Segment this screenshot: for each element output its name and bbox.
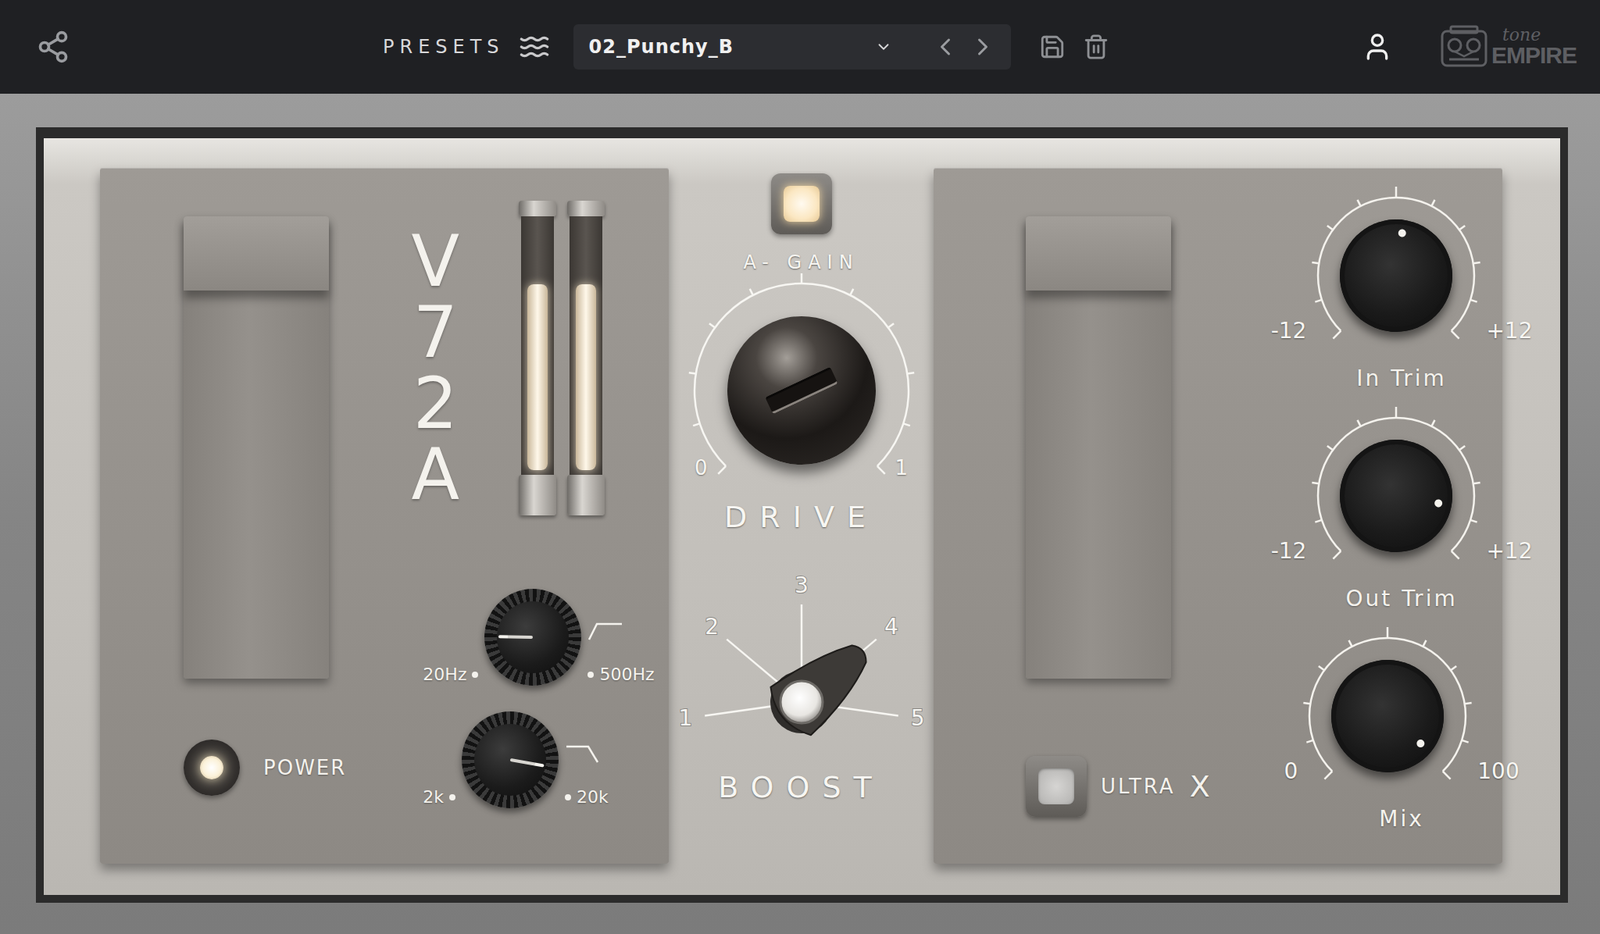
preset-dropdown[interactable]: 02_Punchy_B [573, 24, 1011, 70]
knob-min-label: -12 [1271, 317, 1308, 344]
a-gain-label: A- GAIN [742, 251, 859, 274]
knob-max-label: +12 [1485, 538, 1533, 565]
previous-preset-button[interactable] [931, 32, 960, 61]
preset-browser-button[interactable] [518, 31, 550, 63]
save-icon [1039, 33, 1066, 61]
knob-max-label: 100 [1477, 758, 1519, 785]
brand-logo: toneEMPIRE [1439, 25, 1577, 69]
filter-min-label: 20Hz [422, 664, 467, 685]
drive-max-label: 1 [895, 456, 909, 480]
trim-knob[interactable] [1331, 660, 1444, 773]
filter-max-label: 20k [576, 787, 609, 808]
ultra-x-button[interactable] [1025, 756, 1087, 818]
filter-row: 2k 20k [422, 711, 654, 809]
rack-handle [1025, 216, 1172, 679]
knob-label: Out Trim [1345, 585, 1458, 612]
waves-icon [518, 31, 550, 63]
knob-label: Mix [1378, 806, 1425, 833]
center-section: A- GAIN 0 1 DRIVE 1 2 3 4 5 BOOST [668, 167, 934, 865]
boost-label: BOOST [717, 770, 885, 805]
knob-pointer [1415, 738, 1427, 750]
power-button[interactable] [183, 739, 240, 797]
boost-position-label[interactable]: 4 [883, 614, 898, 640]
drive-min-label: 0 [694, 456, 708, 480]
ultra-x-lamp [1038, 768, 1075, 805]
boost-cap [780, 681, 823, 724]
drive-slot [764, 367, 838, 415]
low-pass-knob[interactable] [461, 711, 559, 809]
plugin-window: PRESETS 02_Punchy_B toneEMPIRE POWER V72A 20H… [0, 0, 1600, 934]
drive-label: DRIVE [724, 500, 879, 535]
user-icon [1361, 31, 1393, 63]
knob-pointer [498, 635, 533, 640]
a-gain-button[interactable] [771, 173, 833, 235]
tube-meter [567, 200, 605, 516]
preset-name: 02_Punchy_B [589, 35, 875, 58]
trim-knob-block: -12 +12 In Trim [1271, 185, 1533, 392]
trim-knob[interactable] [1339, 219, 1453, 333]
knob-pointer [1434, 499, 1444, 509]
low-pass-shape-icon [564, 743, 601, 766]
filter-min-label: 2k [422, 787, 444, 808]
trim-knob-block: 0 100 Mix [1271, 626, 1533, 833]
boost-selector[interactable]: 1 2 3 4 5 [672, 565, 931, 761]
knob-pointer [1398, 228, 1408, 238]
left-panel: POWER V72A 20Hz 500Hz 2k 20k [100, 167, 669, 865]
logo-script: tone [1502, 26, 1577, 44]
ultra-mark: X [1189, 769, 1211, 804]
dropdown-toggle[interactable] [875, 38, 893, 56]
meter-glow [527, 284, 548, 471]
filter-max-label: 500Hz [599, 664, 654, 685]
power-led [200, 756, 224, 780]
a-gain-lamp [783, 185, 820, 222]
high-pass-knob[interactable] [484, 589, 582, 686]
tube-meter [518, 200, 557, 516]
knob-pointer [510, 758, 545, 768]
trash-icon [1082, 33, 1110, 61]
right-panel: ULTRAX-12+12In Trim-12+12Out Trim0100Mix [933, 167, 1503, 865]
share-icon [35, 29, 71, 65]
drive-knob[interactable] [727, 316, 876, 465]
trim-knob[interactable] [1339, 439, 1453, 553]
knob-label: In Trim [1356, 365, 1447, 392]
trim-knob-block: -12 +12 Out Trim [1271, 406, 1533, 612]
logo-name: EMPIRE [1491, 43, 1577, 68]
boost-position-label[interactable]: 2 [704, 614, 719, 640]
meters [518, 200, 605, 516]
delete-button[interactable] [1082, 33, 1110, 61]
bezel: POWER V72A 20Hz 500Hz 2k 20k A- GAIN 0 1 DRIVE 1 2 3… [35, 127, 1568, 904]
chevron-left-icon [931, 32, 960, 61]
knob-max-label: +12 [1485, 317, 1533, 344]
boost-pointer[interactable] [757, 627, 883, 747]
boost-position-label[interactable]: 5 [910, 705, 925, 732]
chevron-right-icon [968, 32, 997, 61]
boost-position-label[interactable]: 1 [678, 705, 693, 732]
presets-label: PRESETS [382, 35, 505, 58]
knob-min-label: -12 [1271, 538, 1308, 565]
meter-glow [575, 284, 597, 471]
account-button[interactable] [1361, 31, 1393, 63]
knob-min-label: 0 [1283, 758, 1298, 785]
ultra-label: ULTRA [1100, 775, 1176, 799]
chevron-down-icon [875, 38, 893, 56]
plugin-frame: POWER V72A 20Hz 500Hz 2k 20k A- GAIN 0 1 DRIVE 1 2 3… [0, 93, 1600, 934]
tape-machine-logo-icon [1439, 25, 1489, 69]
filter-row: 20Hz 500Hz [422, 589, 654, 686]
high-pass-shape-icon [587, 621, 624, 643]
save-button[interactable] [1039, 33, 1066, 61]
toolbar: PRESETS 02_Punchy_B toneEMPIRE [0, 0, 1600, 94]
power-label: POWER [263, 756, 347, 780]
next-preset-button[interactable] [968, 32, 997, 61]
rack-handle [183, 216, 329, 679]
share-button[interactable] [35, 29, 71, 65]
model-name: V72A [400, 225, 471, 511]
faceplate: POWER V72A 20Hz 500Hz 2k 20k A- GAIN 0 1 DRIVE 1 2 3… [43, 138, 1561, 896]
boost-position-label[interactable]: 3 [794, 572, 809, 599]
